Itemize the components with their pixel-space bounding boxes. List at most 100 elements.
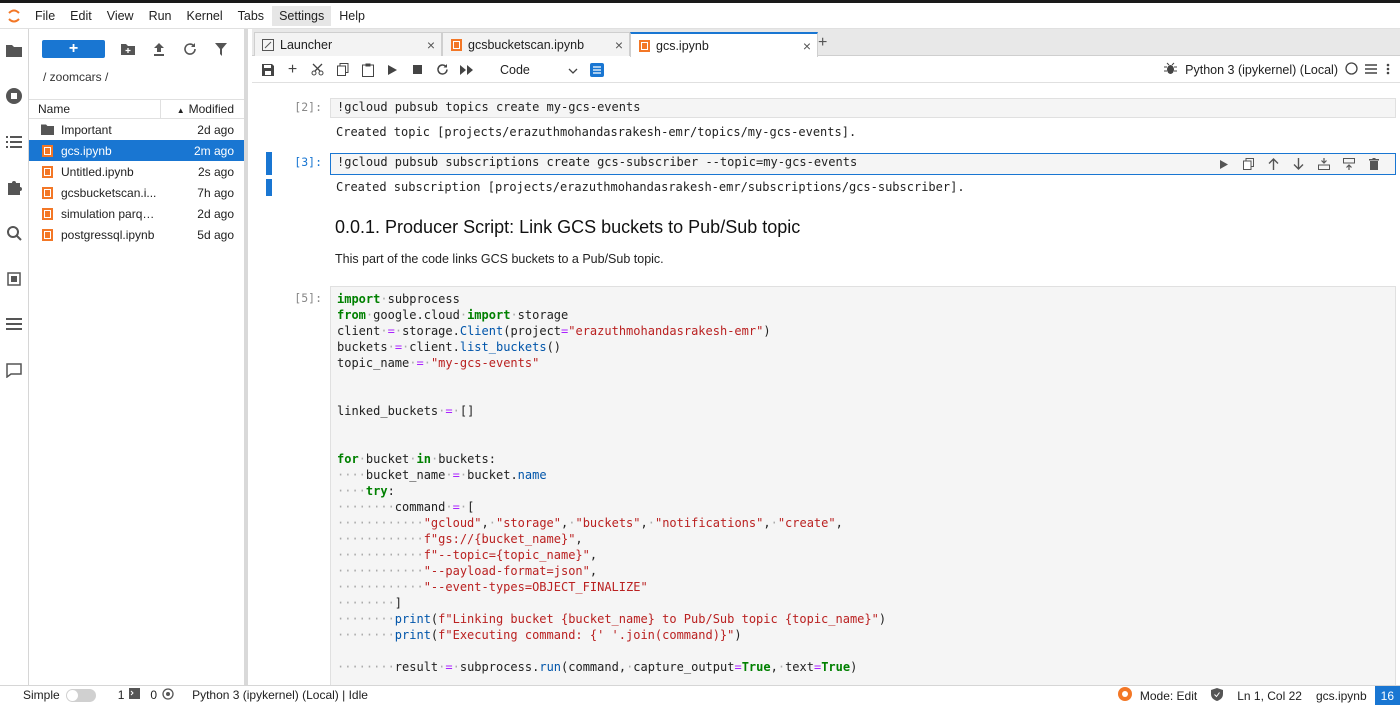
code-line[interactable]: ········print(f"Executing command: {' '.…	[337, 627, 1389, 643]
code-line[interactable]: ············f"gs://{bucket_name}",	[337, 531, 1389, 547]
chat-icon[interactable]	[4, 360, 24, 380]
code-cell-input[interactable]: import·subprocess from·google.cloud·impor…	[330, 286, 1396, 685]
debugger-bug-icon[interactable]	[1164, 62, 1178, 78]
column-header-name[interactable]: Name	[29, 100, 161, 118]
code-line[interactable]: ········]	[337, 595, 1389, 611]
code-cell-input[interactable]: !gcloud pubsub topics create my-gcs-even…	[330, 98, 1396, 118]
shield-icon[interactable]	[1211, 687, 1224, 704]
refresh-icon[interactable]	[180, 39, 200, 59]
close-icon[interactable]: ×	[803, 38, 811, 54]
file-row[interactable]: gcsbucketscan.i... 7h ago	[29, 182, 244, 203]
code-line[interactable]: buckets·=·client.list_buckets()	[337, 339, 1389, 355]
kernel-status-idle-icon	[1345, 62, 1358, 78]
code-line[interactable]: ····try:	[337, 483, 1389, 499]
paste-icon[interactable]	[355, 59, 380, 81]
notification-icon[interactable]	[1117, 687, 1132, 704]
code-line[interactable]: import·subprocess	[337, 291, 1389, 307]
terminals-count[interactable]: 1	[118, 688, 141, 702]
code-line[interactable]: ····bucket_name·=·bucket.name	[337, 467, 1389, 483]
code-line[interactable]	[337, 435, 1389, 451]
move-down-icon[interactable]	[1286, 155, 1311, 173]
copy-icon[interactable]	[330, 59, 355, 81]
breadcrumb[interactable]: / zoomcars /	[29, 69, 244, 85]
simple-mode-switch[interactable]: Simple	[23, 688, 96, 702]
kernels-count[interactable]: 0	[150, 687, 174, 703]
more-options-icon[interactable]	[1386, 63, 1390, 78]
list-view-icon[interactable]	[4, 314, 24, 334]
restart-kernel-icon[interactable]	[430, 59, 455, 81]
menu-run[interactable]: Run	[142, 6, 179, 26]
tab-gcsbucketscan[interactable]: gcsbucketscan.ipynb ×	[442, 32, 630, 56]
code-line[interactable]: ········result·=·subprocess.run(command,…	[337, 659, 1389, 675]
new-folder-icon[interactable]	[118, 39, 138, 59]
extensions-puzzle-icon[interactable]	[4, 177, 24, 197]
code-line[interactable]: linked_buckets·=·[]	[337, 403, 1389, 419]
code-line[interactable]: ············"--payload-format=json",	[337, 563, 1389, 579]
duplicate-cell-icon[interactable]	[1236, 155, 1261, 173]
column-header-modified[interactable]: ▲ Modified	[161, 102, 244, 116]
close-icon[interactable]: ×	[427, 37, 435, 53]
simple-mode-toggle[interactable]	[65, 688, 96, 702]
menu-kernel[interactable]: Kernel	[180, 6, 230, 26]
file-row[interactable]: Untitled.ipynb 2s ago	[29, 161, 244, 182]
code-line[interactable]	[337, 387, 1389, 403]
code-line[interactable]	[337, 371, 1389, 387]
save-icon[interactable]	[255, 59, 280, 81]
debugger-panel-icon[interactable]	[4, 269, 24, 289]
code-line[interactable]: for·bucket·in·buckets:	[337, 451, 1389, 467]
kernel-status[interactable]: Python 3 (ipykernel) (Local) | Idle	[192, 688, 368, 702]
menu-file[interactable]: File	[28, 6, 62, 26]
tab-launcher[interactable]: Launcher ×	[254, 32, 442, 56]
code-line[interactable]	[337, 419, 1389, 435]
code-line[interactable]: topic_name·=·"my-gcs-events"	[337, 355, 1389, 371]
code-line[interactable]: ············"--event-types=OBJECT_FINALI…	[337, 579, 1389, 595]
code-line[interactable]: ············"gcloud",·"storage",·"bucket…	[337, 515, 1389, 531]
code-line[interactable]: ········command·=·[	[337, 499, 1389, 515]
move-up-icon[interactable]	[1261, 155, 1286, 173]
code-line[interactable]: ········print(f"Linking bucket {bucket_n…	[337, 611, 1389, 627]
menu-icon[interactable]	[1365, 63, 1377, 77]
notebook-icon	[40, 144, 54, 158]
new-launcher-button[interactable]: +	[42, 40, 105, 58]
file-row[interactable]: simulation parqu... 2d ago	[29, 203, 244, 224]
upload-icon[interactable]	[149, 39, 169, 59]
run-cell-icon[interactable]	[1211, 155, 1236, 173]
table-of-contents-icon[interactable]	[4, 132, 24, 152]
run-icon[interactable]	[380, 59, 405, 81]
stop-icon[interactable]	[405, 59, 430, 81]
insert-above-icon[interactable]	[1311, 155, 1336, 173]
code-line[interactable]: client·=·storage.Client(project="erazuth…	[337, 323, 1389, 339]
kernel-name[interactable]: Python 3 (ipykernel) (Local)	[1185, 63, 1338, 77]
close-icon[interactable]: ×	[615, 37, 623, 53]
add-tab-icon[interactable]: +	[818, 34, 827, 52]
filter-icon[interactable]	[211, 39, 231, 59]
active-output-indicator[interactable]	[266, 179, 272, 196]
table-of-contents-toggle-icon[interactable]	[584, 59, 609, 81]
delete-cell-icon[interactable]	[1361, 155, 1386, 173]
running-sessions-icon[interactable]	[4, 86, 24, 106]
cursor-position[interactable]: Ln 1, Col 22	[1237, 689, 1302, 703]
menu-edit[interactable]: Edit	[63, 6, 99, 26]
file-row[interactable]: postgressql.ipynb 5d ago	[29, 224, 244, 245]
menu-settings[interactable]: Settings	[272, 5, 332, 26]
restart-run-all-icon[interactable]	[455, 59, 480, 81]
menu-tabs[interactable]: Tabs	[231, 6, 271, 26]
insert-cell-icon[interactable]: +	[280, 59, 305, 81]
insert-below-icon[interactable]	[1336, 155, 1361, 173]
tab-gcs-notebook[interactable]: gcs.ipynb ×	[630, 32, 818, 57]
menu-help[interactable]: Help	[332, 6, 372, 26]
property-inspector-search-icon[interactable]	[4, 223, 24, 243]
tab-bar: Launcher × gcsbucketscan.ipynb × gcs.ipy…	[252, 29, 1400, 57]
notification-count-badge[interactable]: 16	[1374, 686, 1400, 705]
code-line[interactable]: from·google.cloud·import·storage	[337, 307, 1389, 323]
menu-bar: File Edit View Run Kernel Tabs Settings Help	[0, 3, 1400, 29]
file-row[interactable]: gcs.ipynb 2m ago	[29, 140, 244, 161]
cut-icon[interactable]	[305, 59, 330, 81]
terminal-icon	[129, 688, 141, 702]
code-line[interactable]	[337, 643, 1389, 659]
code-line[interactable]: ············f"--topic={topic_name}",	[337, 547, 1389, 563]
file-row[interactable]: Important 2d ago	[29, 119, 244, 140]
cell-type-dropdown[interactable]: Code	[500, 60, 578, 80]
menu-view[interactable]: View	[100, 6, 141, 26]
folder-icon[interactable]	[4, 40, 24, 60]
